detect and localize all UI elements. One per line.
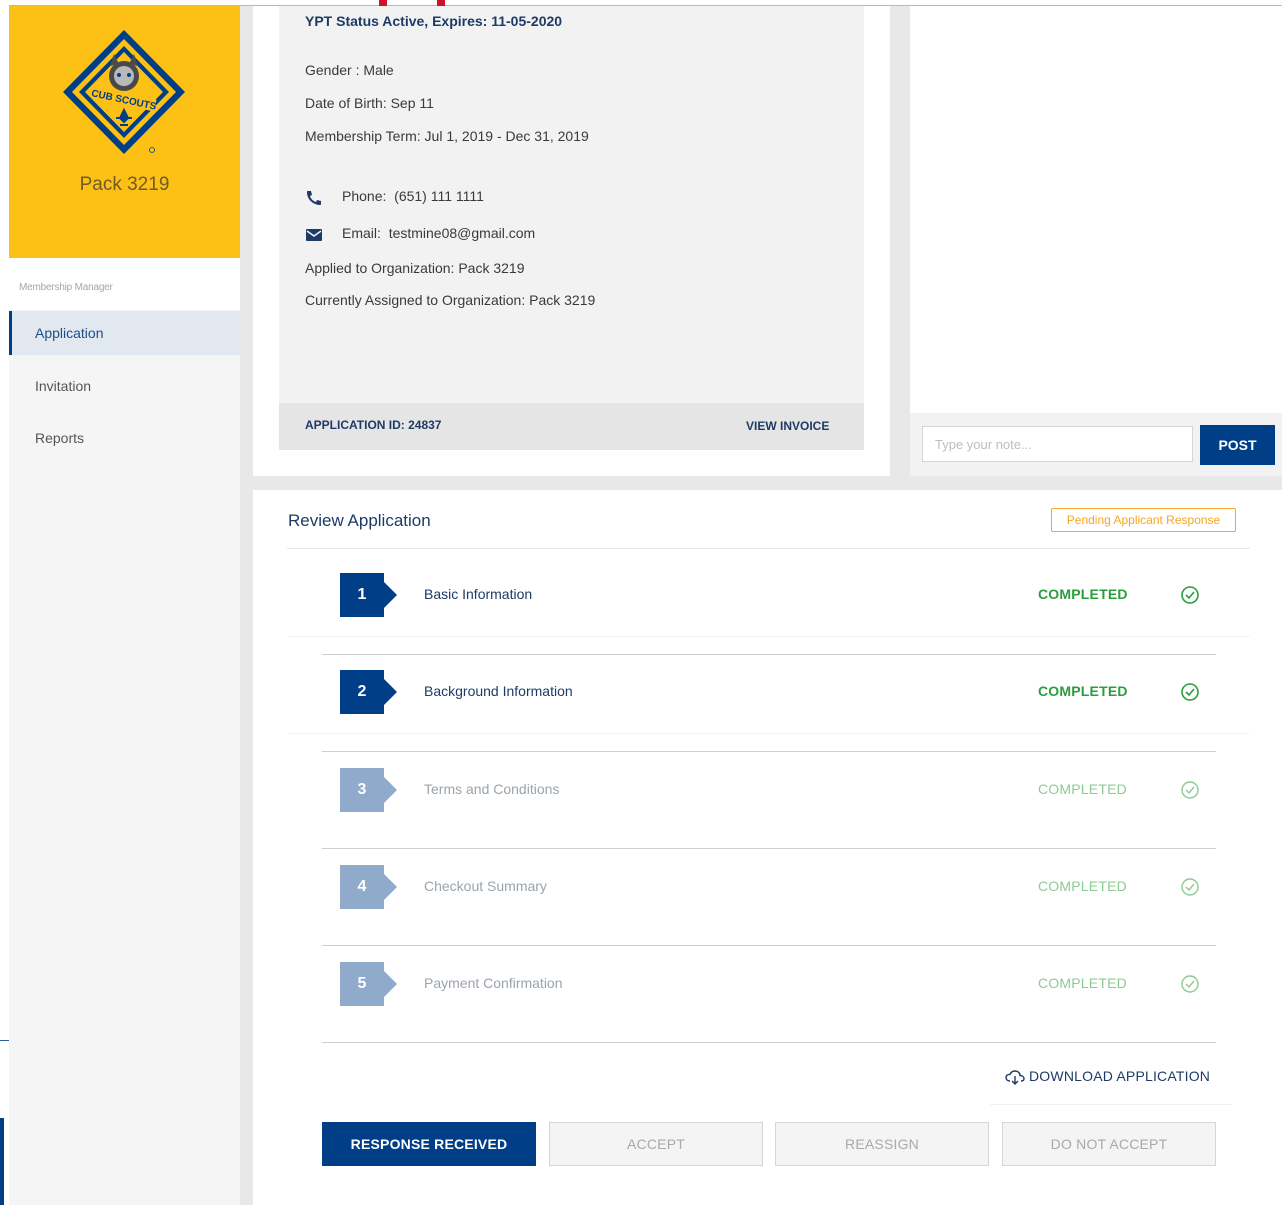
- sidebar-item-application[interactable]: Application: [9, 311, 240, 355]
- step-label: Checkout Summary: [424, 878, 547, 894]
- phone-label: Phone: (651) 111 1111: [342, 188, 484, 204]
- step-row-background-information[interactable]: 2 Background Information COMPLETED: [288, 650, 1250, 734]
- check-circle-icon: [1181, 683, 1199, 701]
- step-row-terms-and-conditions: 3 Terms and Conditions COMPLETED: [288, 748, 1250, 832]
- step-row-shade: [288, 636, 1250, 637]
- step-row-basic-information[interactable]: 1 Basic Information COMPLETED: [288, 553, 1250, 637]
- step-number: 5: [340, 962, 397, 1006]
- step-number: 2: [340, 670, 397, 714]
- step-label: Basic Information: [424, 586, 533, 602]
- step-label: Background Information: [424, 683, 573, 699]
- step-status: COMPLETED: [1038, 975, 1127, 991]
- gender: Gender : Male: [305, 62, 394, 78]
- accept-button[interactable]: ACCEPT: [549, 1122, 763, 1166]
- step-row-payment-confirmation: 5 Payment Confirmation COMPLETED: [288, 942, 1250, 1026]
- step-row-checkout-summary: 4 Checkout Summary COMPLETED: [288, 845, 1250, 929]
- email-row: Email: testmine08@gmail.com: [342, 225, 535, 241]
- step-status: COMPLETED: [1038, 586, 1128, 602]
- email-label: Email:: [342, 225, 381, 241]
- note-input[interactable]: [922, 426, 1193, 462]
- cloud-download-icon: [1005, 1070, 1025, 1086]
- post-button[interactable]: POST: [1200, 425, 1275, 465]
- left-edge-line: [0, 1040, 9, 1041]
- assigned-organization: Currently Assigned to Organization: Pack…: [305, 292, 596, 308]
- sidebar: CUB SCOUTS Pack 3219 Membership Manager …: [9, 6, 240, 1205]
- view-invoice-link[interactable]: VIEW INVOICE: [746, 419, 829, 433]
- step-number: 3: [340, 768, 397, 812]
- step-row-shade: [288, 733, 1250, 734]
- step-divider: [322, 1042, 1216, 1043]
- step-status: COMPLETED: [1038, 878, 1127, 894]
- email-icon: [306, 229, 322, 241]
- check-circle-icon: [1181, 781, 1199, 799]
- phone-icon: [307, 191, 321, 205]
- application-id: APPLICATION ID: 24837: [305, 418, 442, 432]
- step-number: 4: [340, 865, 397, 909]
- download-application-label: DOWNLOAD APPLICATION: [1029, 1068, 1211, 1084]
- applied-organization: Applied to Organization: Pack 3219: [305, 260, 525, 276]
- notes-panel: [910, 6, 1282, 476]
- pack-name: Pack 3219: [79, 174, 170, 195]
- membership-term: Membership Term: Jul 1, 2019 - Dec 31, 2…: [305, 128, 589, 144]
- ypt-status: YPT Status Active, Expires: 11-05-2020: [305, 13, 563, 29]
- left-edge: [0, 0, 9, 1205]
- nav-section-caption: Membership Manager: [19, 282, 113, 293]
- check-circle-icon: [1181, 975, 1199, 993]
- check-circle-icon: [1181, 586, 1199, 604]
- phone-value: (651) 111 1111: [394, 188, 484, 204]
- step-label: Terms and Conditions: [424, 781, 560, 797]
- download-application-link[interactable]: DOWNLOAD APPLICATION: [1005, 1068, 1211, 1086]
- status-badge: Pending Applicant Response: [1051, 508, 1236, 532]
- review-title: Review Application: [288, 511, 431, 530]
- check-circle-icon: [1181, 878, 1199, 896]
- cub-scouts-logo-icon: CUB SCOUTS: [63, 30, 185, 154]
- step-number: 1: [340, 573, 397, 617]
- phone-label-text: Phone:: [342, 188, 387, 204]
- brand-block: CUB SCOUTS Pack 3219: [9, 6, 240, 258]
- left-edge-bar: [0, 1118, 4, 1205]
- review-title-divider: [287, 548, 1250, 549]
- step-label: Payment Confirmation: [424, 975, 563, 991]
- download-divider: [990, 1104, 1232, 1105]
- step-status: COMPLETED: [1038, 683, 1128, 699]
- sidebar-item-reports[interactable]: Reports: [9, 416, 240, 460]
- do-not-accept-button[interactable]: DO NOT ACCEPT: [1002, 1122, 1216, 1166]
- step-status: COMPLETED: [1038, 781, 1127, 797]
- email-value: testmine08@gmail.com: [388, 225, 536, 241]
- date-of-birth: Date of Birth: Sep 11: [305, 95, 434, 111]
- sidebar-item-invitation[interactable]: Invitation: [9, 364, 240, 408]
- reassign-button[interactable]: REASSIGN: [775, 1122, 989, 1166]
- response-received-button[interactable]: RESPONSE RECEIVED: [322, 1122, 536, 1166]
